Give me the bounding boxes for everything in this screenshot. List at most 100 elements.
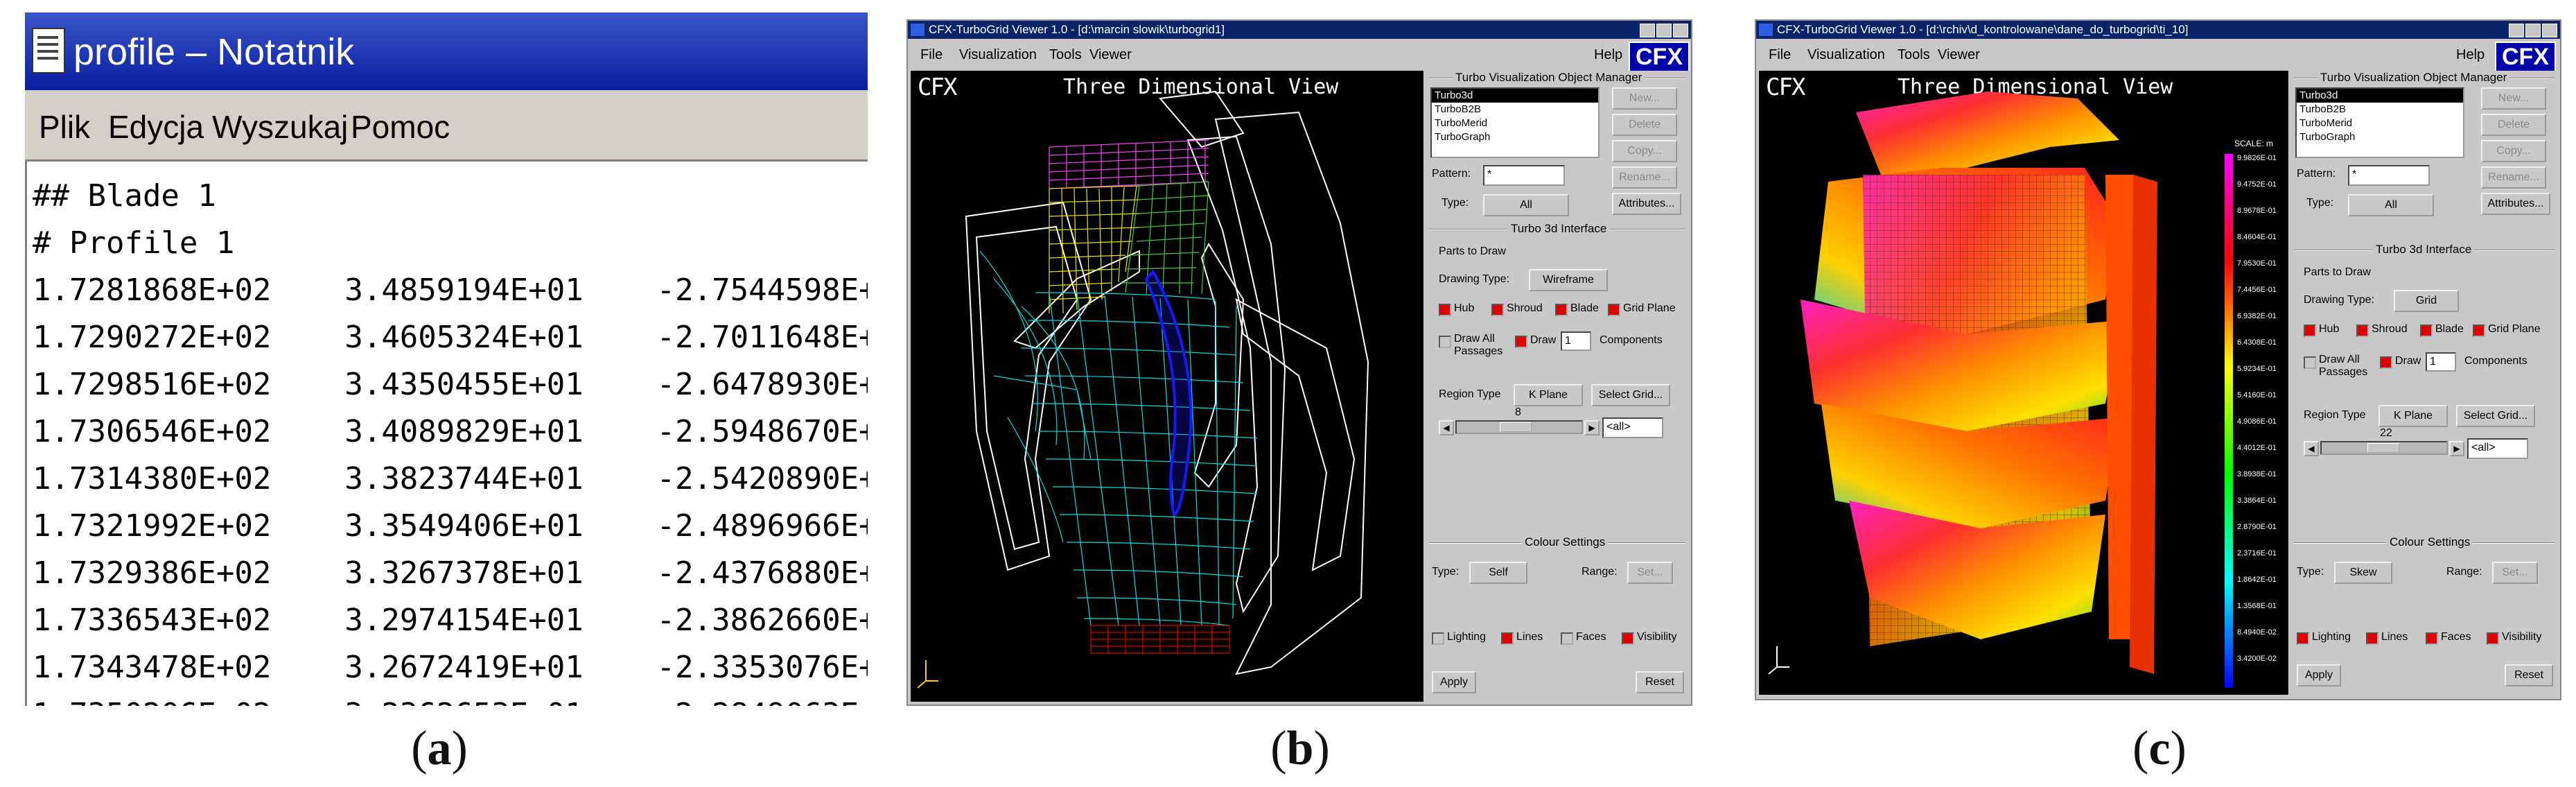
list-item[interactable]: TurboMerid <box>1432 116 1598 130</box>
minimize-icon[interactable] <box>2509 24 2524 37</box>
menu-edycja[interactable]: Edycja <box>108 108 204 146</box>
new-button[interactable]: New... <box>1612 87 1677 110</box>
faces-checkbox[interactable] <box>2426 632 2438 645</box>
close-icon[interactable] <box>2542 24 2557 37</box>
shroud-checkbox[interactable] <box>1491 304 1504 316</box>
range-set-button[interactable]: Set... <box>1627 562 1673 584</box>
delete-button[interactable]: Delete <box>2481 114 2546 136</box>
menu-viewer[interactable]: Viewer <box>1089 47 1132 63</box>
maximize-icon[interactable] <box>1656 24 1672 37</box>
object-listbox[interactable]: Turbo3d TurboB2B TurboMerid TurboGraph <box>2295 87 2464 158</box>
apply-button[interactable]: Apply <box>1432 671 1476 693</box>
blade-checkbox[interactable] <box>1555 304 1568 316</box>
object-listbox[interactable]: Turbo3d TurboB2B TurboMerid TurboGraph <box>1430 87 1600 158</box>
menu-help[interactable]: Help <box>1594 47 1622 63</box>
type-dropdown[interactable]: All <box>1483 194 1569 216</box>
delete-button[interactable]: Delete <box>1612 114 1677 136</box>
select-grid-button[interactable]: Select Grid... <box>1591 384 1670 406</box>
shroud-label: Shroud <box>2372 323 2408 335</box>
colour-type-dropdown[interactable]: Self <box>1469 562 1527 584</box>
slider-right-icon[interactable]: ▶ <box>2449 441 2464 456</box>
faces-checkbox[interactable] <box>1561 632 1573 645</box>
slider-thumb[interactable] <box>1500 422 1532 432</box>
pattern-input[interactable]: * <box>1483 165 1565 186</box>
region-type-dropdown[interactable]: K Plane <box>1514 384 1583 406</box>
drawing-type-dropdown[interactable]: Grid <box>2394 290 2459 312</box>
menu-visualization[interactable]: Visualization <box>959 47 1037 63</box>
grid-plane-checkbox[interactable] <box>1608 304 1620 316</box>
copy-button[interactable]: Copy... <box>1612 140 1677 162</box>
grid-plane-checkbox[interactable] <box>2473 325 2485 337</box>
range-set-button[interactable]: Set... <box>2492 562 2538 584</box>
menu-file[interactable]: File <box>1769 47 1791 63</box>
slider-left-icon[interactable]: ◀ <box>2304 441 2319 456</box>
list-item[interactable]: Turbo3d <box>1432 89 1598 103</box>
menu-file[interactable]: File <box>920 47 943 63</box>
text-line: ## Blade 1 <box>33 178 216 214</box>
hub-checkbox[interactable] <box>2304 325 2316 337</box>
reset-button[interactable]: Reset <box>2505 664 2553 686</box>
region-text-input[interactable]: <all> <box>1602 417 1663 438</box>
list-item[interactable]: Turbo3d <box>2297 89 2463 103</box>
lighting-checkbox[interactable] <box>1432 632 1444 645</box>
menu-wyszukaj[interactable]: Wyszukaj <box>212 108 348 146</box>
menu-plik[interactable]: Plik <box>39 108 90 146</box>
menu-tools[interactable]: Tools <box>1049 47 1082 63</box>
close-icon[interactable] <box>1673 24 1688 37</box>
menu-pomoc[interactable]: Pomoc <box>351 108 450 146</box>
components-count-input[interactable]: 1 <box>2426 352 2456 372</box>
attributes-button[interactable]: Attributes... <box>2481 193 2550 215</box>
maximize-icon[interactable] <box>2525 24 2541 37</box>
3d-viewport[interactable]: CFX Three Dimensional View <box>911 71 1423 702</box>
lines-checkbox[interactable] <box>1501 632 1514 645</box>
plane-slider[interactable] <box>1455 420 1583 434</box>
pattern-input[interactable]: * <box>2348 165 2430 186</box>
menu-tools[interactable]: Tools <box>1898 47 1930 63</box>
list-item[interactable]: TurboGraph <box>1432 130 1598 144</box>
menu-visualization[interactable]: Visualization <box>1807 47 1885 63</box>
reset-button[interactable]: Reset <box>1636 671 1684 693</box>
menu-help[interactable]: Help <box>2456 47 2485 63</box>
copy-button[interactable]: Copy... <box>2481 140 2546 162</box>
draw-all-checkbox[interactable] <box>2304 356 2316 369</box>
blade-checkbox[interactable] <box>2420 325 2433 337</box>
hub-checkbox[interactable] <box>1439 304 1451 316</box>
visibility-checkbox[interactable] <box>2487 632 2499 645</box>
attributes-button[interactable]: Attributes... <box>1612 193 1681 215</box>
list-item[interactable]: TurboB2B <box>2297 103 2463 116</box>
draw-all-checkbox[interactable] <box>1439 336 1451 348</box>
text-line: 1.7336543E+02 3.2974154E+01 -2.3862660E+… <box>33 603 868 638</box>
list-item[interactable]: TurboGraph <box>2297 130 2463 144</box>
3d-viewport[interactable]: CFX Three Dimensional View <box>1759 71 2288 695</box>
new-button[interactable]: New... <box>2481 87 2546 110</box>
select-grid-button[interactable]: Select Grid... <box>2456 405 2535 427</box>
pattern-label: Pattern: <box>1432 168 1471 180</box>
draw-checkbox[interactable] <box>1515 336 1527 348</box>
list-item[interactable]: TurboB2B <box>1432 103 1598 116</box>
list-item[interactable]: TurboMerid <box>2297 116 2463 130</box>
drawing-type-dropdown[interactable]: Wireframe <box>1529 269 1608 291</box>
minimize-icon[interactable] <box>1640 24 1655 37</box>
type-dropdown[interactable]: All <box>2348 194 2434 216</box>
slider-thumb[interactable] <box>2367 443 2399 453</box>
lighting-checkbox[interactable] <box>2297 632 2309 645</box>
rename-button[interactable]: Rename... <box>1612 166 1677 189</box>
components-count-input[interactable]: 1 <box>1561 331 1591 351</box>
region-text-input[interactable]: <all> <box>2467 438 2528 459</box>
colour-type-dropdown[interactable]: Skew <box>2334 562 2392 584</box>
skew-contour-drawing <box>1768 92 2233 688</box>
region-type-dropdown[interactable]: K Plane <box>2378 405 2448 427</box>
legend-value: 9.9826E-01 <box>2237 154 2277 162</box>
menubar: File Visualization Tools Viewer Help <box>908 39 1691 69</box>
draw-checkbox[interactable] <box>2380 356 2392 369</box>
apply-button[interactable]: Apply <box>2297 664 2341 686</box>
plane-slider[interactable] <box>2320 441 2448 455</box>
notepad-text-area[interactable]: ## Blade 1 # Profile 1 1.7281868E+02 3.4… <box>25 159 868 706</box>
rename-button[interactable]: Rename... <box>2481 166 2546 189</box>
menu-viewer[interactable]: Viewer <box>1938 47 1980 63</box>
visibility-checkbox[interactable] <box>1622 632 1634 645</box>
slider-left-icon[interactable]: ◀ <box>1439 420 1454 435</box>
shroud-checkbox[interactable] <box>2356 325 2369 337</box>
lines-checkbox[interactable] <box>2366 632 2378 645</box>
slider-right-icon[interactable]: ▶ <box>1584 420 1600 435</box>
